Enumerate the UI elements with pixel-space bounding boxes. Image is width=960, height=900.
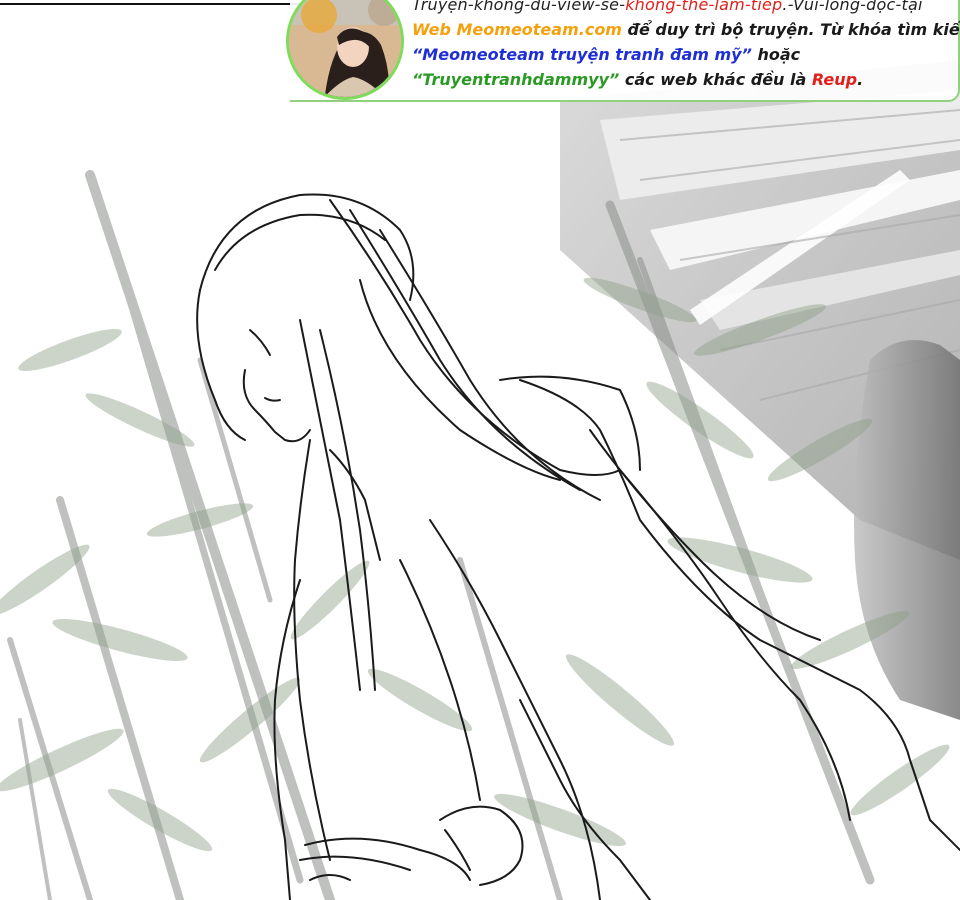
search-keyword-1: “Meomeoteam truyện tranh đam mỹ”: [412, 45, 752, 64]
reup-label: Reup: [811, 70, 858, 89]
notice-text: Truyện-không-đủ-view-sẽ-không-thể-làm-ti…: [412, 0, 960, 92]
notice-line-4: “Truyentranhdammyy” các web khác đều là …: [412, 67, 958, 92]
notice-line-1: Truyện-không-đủ-view-sẽ-không-thể-làm-ti…: [412, 0, 958, 17]
notice-line-1-tail: .-Vui-lòng-đọc-tại: [782, 0, 923, 14]
search-keyword-2: “Truyentranhdammyy”: [412, 70, 620, 89]
site-link[interactable]: Web Meomeoteam.com: [412, 20, 622, 39]
top-rule: [0, 3, 300, 5]
manga-illustration: [0, 60, 960, 900]
warning-phrase: không-thể-làm-tiếp: [625, 0, 783, 14]
notice-line-4-end: .: [857, 70, 864, 89]
notice-line-2-text: để duy trì bộ truyện. Từ khóa tìm kiếm: [621, 20, 960, 39]
notice-line-4-text: các web khác đều là: [619, 70, 812, 89]
notice-line-1-lead: Truyện-không-đủ-view-sẽ-: [412, 0, 626, 14]
notice-line-3: “Meomeoteam truyện tranh đam mỹ” hoặc: [412, 42, 958, 67]
rock: [854, 340, 960, 720]
notice-line-3-text: hoặc: [751, 45, 801, 64]
notice-line-2: Web Meomeoteam.com để duy trì bộ truyện.…: [412, 17, 960, 42]
